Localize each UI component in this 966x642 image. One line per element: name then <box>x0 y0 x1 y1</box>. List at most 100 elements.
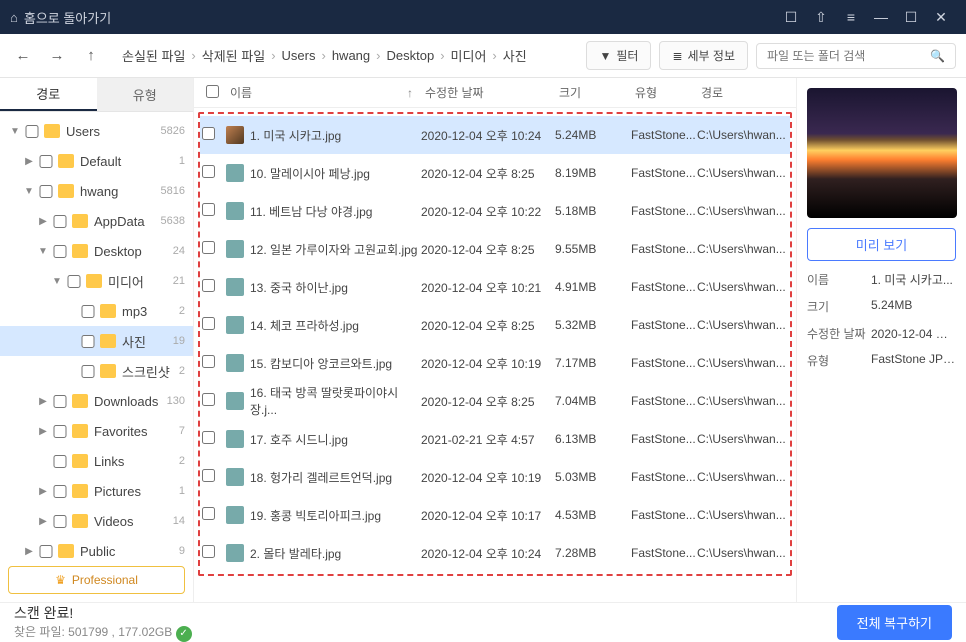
back-button[interactable]: ← <box>10 43 36 69</box>
breadcrumb-item[interactable]: 삭제된 파일 <box>202 46 265 65</box>
detail-button[interactable]: ≣세부 정보 <box>659 41 748 70</box>
file-row[interactable]: 13. 중국 하이난.jpg2020-12-04 오후 10:214.91MBF… <box>200 268 790 306</box>
preview-button[interactable]: 미리 보기 <box>807 228 956 261</box>
tree-checkbox[interactable] <box>80 305 96 318</box>
breadcrumb-item[interactable]: 손실된 파일 <box>122 46 185 65</box>
folder-icon <box>58 154 74 168</box>
tree-checkbox[interactable] <box>52 425 68 438</box>
tab-type[interactable]: 유형 <box>97 78 194 111</box>
breadcrumb-item[interactable]: Users <box>282 48 316 63</box>
tree-checkbox[interactable] <box>80 365 96 378</box>
file-row[interactable]: 12. 일본 가루이자와 고원교회.jpg2020-12-04 오후 8:259… <box>200 230 790 268</box>
file-checkbox[interactable] <box>202 355 215 368</box>
tree-checkbox[interactable] <box>52 485 68 498</box>
filter-button[interactable]: ▼필터 <box>586 41 651 70</box>
file-row[interactable]: 10. 말레이시아 페낭.jpg2020-12-04 오후 8:258.19MB… <box>200 154 790 192</box>
col-date[interactable]: 수정한 날짜 <box>419 84 553 101</box>
file-checkbox[interactable] <box>202 507 215 520</box>
file-checkbox[interactable] <box>202 127 215 140</box>
tree-item[interactable]: ▼미디어21 <box>0 266 193 296</box>
tree-item[interactable]: ▶AppData5638 <box>0 206 193 236</box>
expand-arrow-icon[interactable]: ▶ <box>36 426 50 437</box>
tree-checkbox[interactable] <box>52 395 68 408</box>
up-button[interactable]: ↑ <box>78 43 104 69</box>
expand-arrow-icon[interactable]: ▼ <box>36 246 50 257</box>
file-row[interactable]: 17. 호주 시드니.jpg2021-02-21 오후 4:576.13MBFa… <box>200 420 790 458</box>
breadcrumb-item[interactable]: hwang <box>332 48 370 63</box>
chat-icon[interactable]: ☐ <box>776 9 806 26</box>
tree-item[interactable]: ▶Pictures1 <box>0 476 193 506</box>
tree-checkbox[interactable] <box>52 455 68 468</box>
file-checkbox[interactable] <box>202 279 215 292</box>
file-checkbox[interactable] <box>202 545 215 558</box>
expand-arrow-icon[interactable]: ▶ <box>36 396 50 407</box>
file-row[interactable]: 14. 체코 프라하성.jpg2020-12-04 오후 8:255.32MBF… <box>200 306 790 344</box>
recover-all-button[interactable]: 전체 복구하기 <box>837 605 952 640</box>
tree-checkbox[interactable] <box>52 515 68 528</box>
file-checkbox[interactable] <box>202 165 215 178</box>
tree-item[interactable]: ▶Favorites7 <box>0 416 193 446</box>
maximize-icon[interactable]: ☐ <box>896 9 926 26</box>
search-input[interactable] <box>767 49 922 63</box>
professional-button[interactable]: ♛ Professional <box>8 566 185 594</box>
expand-arrow-icon[interactable]: ▶ <box>36 486 50 497</box>
expand-arrow-icon[interactable]: ▶ <box>22 546 36 557</box>
tree-checkbox[interactable] <box>52 245 68 258</box>
col-name[interactable]: 이름↑ <box>224 84 419 101</box>
tree-item[interactable]: ▼Desktop24 <box>0 236 193 266</box>
select-all-checkbox[interactable] <box>206 85 219 98</box>
file-row[interactable]: 2. 몰타 발레타.jpg2020-12-04 오후 10:247.28MBFa… <box>200 534 790 572</box>
file-row[interactable]: 15. 캄보디아 앙코르와트.jpg2020-12-04 오후 10:197.1… <box>200 344 790 382</box>
close-icon[interactable]: ✕ <box>926 9 956 26</box>
col-size[interactable]: 크기 <box>553 84 629 101</box>
tree-checkbox[interactable] <box>38 185 54 198</box>
breadcrumb-item[interactable]: 미디어 <box>451 46 487 65</box>
tree-checkbox[interactable] <box>52 215 68 228</box>
tree-item[interactable]: ▶Public9 <box>0 536 193 558</box>
tree-item[interactable]: 사진19 <box>0 326 193 356</box>
breadcrumb-sep: › <box>492 48 496 63</box>
file-checkbox[interactable] <box>202 241 215 254</box>
tree-item[interactable]: ▶Downloads130 <box>0 386 193 416</box>
file-row[interactable]: 11. 베트남 다낭 야경.jpg2020-12-04 오후 10:225.18… <box>200 192 790 230</box>
tree-item[interactable]: Links2 <box>0 446 193 476</box>
expand-arrow-icon[interactable]: ▼ <box>50 276 64 287</box>
breadcrumb-item[interactable]: Desktop <box>386 48 434 63</box>
file-checkbox[interactable] <box>202 203 215 216</box>
file-checkbox[interactable] <box>202 469 215 482</box>
expand-arrow-icon[interactable]: ▶ <box>36 216 50 227</box>
col-type[interactable]: 유형 <box>629 84 695 101</box>
tree-checkbox[interactable] <box>66 275 82 288</box>
expand-arrow-icon[interactable]: ▼ <box>22 186 36 197</box>
tree-checkbox[interactable] <box>24 125 40 138</box>
file-checkbox[interactable] <box>202 317 215 330</box>
tree-item[interactable]: mp32 <box>0 296 193 326</box>
tab-path[interactable]: 경로 <box>0 78 97 111</box>
share-icon[interactable]: ⇧ <box>806 9 836 26</box>
file-row[interactable]: 19. 홍콩 빅토리아피크.jpg2020-12-04 오후 10:174.53… <box>200 496 790 534</box>
file-row[interactable]: 16. 태국 방콕 딸랏롯파이야시장.j...2020-12-04 오후 8:2… <box>200 382 790 420</box>
file-checkbox[interactable] <box>202 393 215 406</box>
tree-item[interactable]: ▼hwang5816 <box>0 176 193 206</box>
home-button[interactable]: ⌂ 홈으로 돌아가기 <box>10 8 111 27</box>
file-row[interactable]: 18. 헝가리 겔레르트언덕.jpg2020-12-04 오후 10:195.0… <box>200 458 790 496</box>
menu-icon[interactable]: ≡ <box>836 9 866 25</box>
file-checkbox[interactable] <box>202 431 215 444</box>
tree-checkbox[interactable] <box>38 155 54 168</box>
expand-arrow-icon[interactable]: ▶ <box>22 156 36 167</box>
col-path[interactable]: 경로 <box>695 84 781 101</box>
file-row[interactable]: 1. 미국 시카고.jpg2020-12-04 오후 10:245.24MBFa… <box>200 116 790 154</box>
tree-item[interactable]: ▼Users5826 <box>0 116 193 146</box>
tree-item[interactable]: ▶Videos14 <box>0 506 193 536</box>
tree-checkbox[interactable] <box>38 545 54 558</box>
expand-arrow-icon[interactable]: ▼ <box>8 126 22 137</box>
tree-item[interactable]: ▶Default1 <box>0 146 193 176</box>
forward-button[interactable]: → <box>44 43 70 69</box>
breadcrumb-sep: › <box>191 48 195 63</box>
search-box[interactable]: 🔍 <box>756 43 956 69</box>
breadcrumb-item[interactable]: 사진 <box>503 46 527 65</box>
tree-checkbox[interactable] <box>80 335 96 348</box>
minimize-icon[interactable]: — <box>866 9 896 25</box>
expand-arrow-icon[interactable]: ▶ <box>36 516 50 527</box>
tree-item[interactable]: 스크린샷2 <box>0 356 193 386</box>
